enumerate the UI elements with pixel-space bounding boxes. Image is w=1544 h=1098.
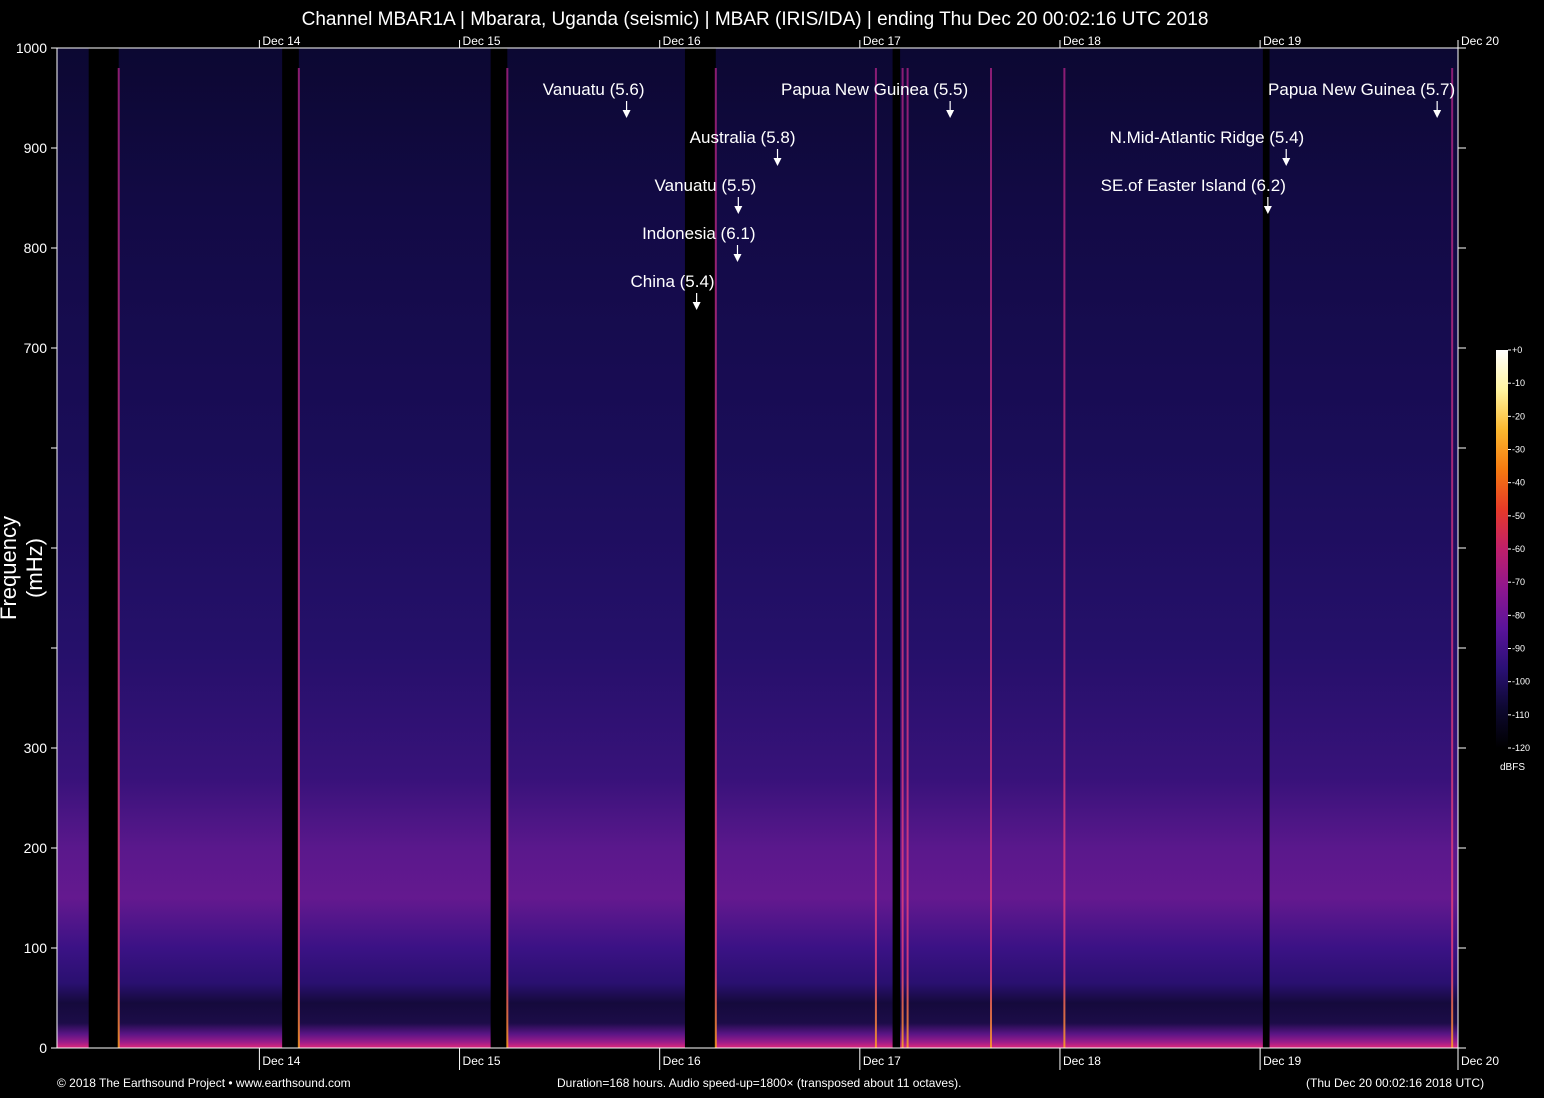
y-axis-label: Frequency (mHz): [0, 516, 47, 620]
colorbar-tick-label: -30: [1512, 445, 1525, 455]
broadband-spike: [117, 68, 120, 1048]
plot-background: [57, 48, 1458, 1048]
data-gap: [88, 48, 119, 1048]
x-tick-label: Dec 15: [463, 1054, 501, 1068]
broadband-spike: [1063, 68, 1066, 1048]
y-tick-label: 700: [24, 340, 48, 356]
x-tick-label: Dec 20: [1461, 1054, 1499, 1068]
y-tick-label: 0: [39, 1040, 47, 1056]
event-label: Papua New Guinea (5.5): [781, 80, 968, 99]
broadband-spike: [901, 68, 904, 1048]
broadband-spike: [1451, 68, 1454, 1048]
colorbar-unit: dBFS: [1500, 762, 1526, 773]
x-tick-label-top: Dec 16: [663, 34, 701, 48]
x-tick-label: Dec 18: [1063, 1054, 1101, 1068]
x-tick-label: Dec 17: [863, 1054, 901, 1068]
data-gap: [282, 48, 299, 1048]
data-gap: [1262, 48, 1270, 1048]
event-label: SE.of Easter Island (6.2): [1101, 176, 1286, 195]
data-gap: [490, 48, 508, 1048]
colorbar-tick-label: -110: [1512, 710, 1529, 720]
colorbar: +0 -10 -20 -30 -40 -50 -60 -70 -80 -90 -100 -110 -12…: [1496, 345, 1530, 753]
colorbar-bar: [1496, 350, 1508, 748]
broadband-spike: [874, 68, 877, 1048]
y-tick-label: 800: [24, 240, 48, 256]
broadband-spike: [506, 68, 509, 1048]
copyright-text: © 2018 The Earthsound Project • www.eart…: [57, 1076, 351, 1090]
y-tick-label: 1000: [16, 40, 47, 56]
duration-text: Duration=168 hours. Audio speed-up=1800×…: [557, 1076, 962, 1090]
end-time-text: (Thu Dec 20 00:02:16 2018 UTC): [1306, 1076, 1485, 1090]
colorbar-tick-label: +0: [1512, 345, 1522, 355]
broadband-spike: [714, 68, 717, 1048]
y-tick-label: 900: [24, 140, 48, 156]
x-tick-label-top: Dec 17: [863, 34, 901, 48]
event-label: Papua New Guinea (5.7): [1268, 80, 1455, 99]
event-label: Australia (5.8): [690, 128, 796, 147]
colorbar-tick-label: -60: [1512, 544, 1525, 554]
x-tick-label-top: Dec 18: [1063, 34, 1101, 48]
colorbar-tick-label: -90: [1512, 644, 1525, 654]
x-tick-label: Dec 16: [663, 1054, 701, 1068]
colorbar-tick-label: -10: [1512, 378, 1525, 388]
y-tick-label: 200: [24, 840, 48, 856]
x-tick-label: Dec 14: [262, 1054, 300, 1068]
spectrogram-chart: 0 100 200 300 700 800 900 1000 Dec 14 Dec 14 Dec …: [16, 34, 1530, 1070]
y-tick-label: 300: [24, 740, 48, 756]
x-tick-label-top: Dec 14: [262, 34, 300, 48]
colorbar-tick-label: -120: [1512, 743, 1530, 753]
colorbar-tick-label: -70: [1512, 577, 1525, 587]
x-tick-label-top: Dec 15: [463, 34, 501, 48]
colorbar-tick-label: -50: [1512, 511, 1525, 521]
broadband-spike: [990, 68, 992, 1048]
broadband-spike: [297, 68, 300, 1048]
colorbar-tick-label: -100: [1512, 677, 1530, 687]
event-label: Indonesia (6.1): [642, 224, 755, 243]
y-tick-label: 100: [24, 940, 48, 956]
x-tick-label-top: Dec 20: [1461, 34, 1499, 48]
colorbar-tick-label: -80: [1512, 610, 1525, 620]
event-label: N.Mid-Atlantic Ridge (5.4): [1110, 128, 1305, 147]
event-label: Vanuatu (5.5): [655, 176, 757, 195]
data-gap: [892, 48, 901, 1048]
event-label: Vanuatu (5.6): [543, 80, 645, 99]
x-tick-label-top: Dec 19: [1263, 34, 1301, 48]
data-gap: [684, 48, 716, 1048]
event-label: China (5.4): [631, 272, 715, 291]
colorbar-tick-label: -40: [1512, 478, 1525, 488]
x-tick-label: Dec 19: [1263, 1054, 1301, 1068]
broadband-spike: [906, 68, 909, 1048]
colorbar-tick-label: -20: [1512, 411, 1525, 421]
